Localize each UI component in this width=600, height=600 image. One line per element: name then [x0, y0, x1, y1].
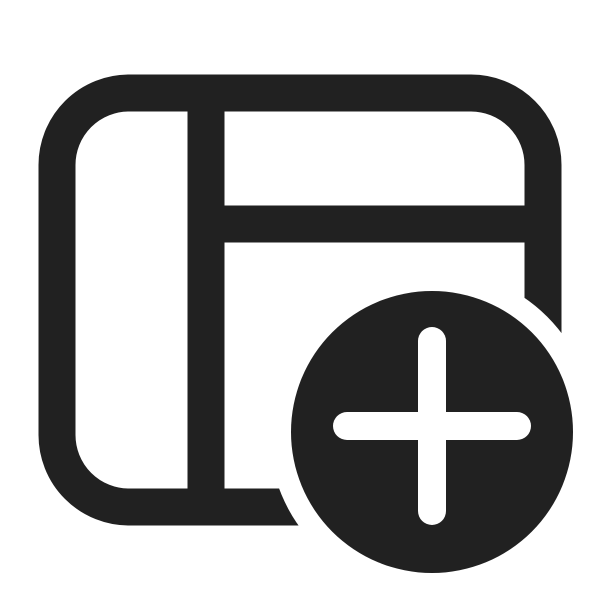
add-badge-icon — [291, 291, 573, 573]
layout-sidebar-header-add-icon — [38, 74, 573, 573]
icon-canvas — [0, 0, 600, 600]
